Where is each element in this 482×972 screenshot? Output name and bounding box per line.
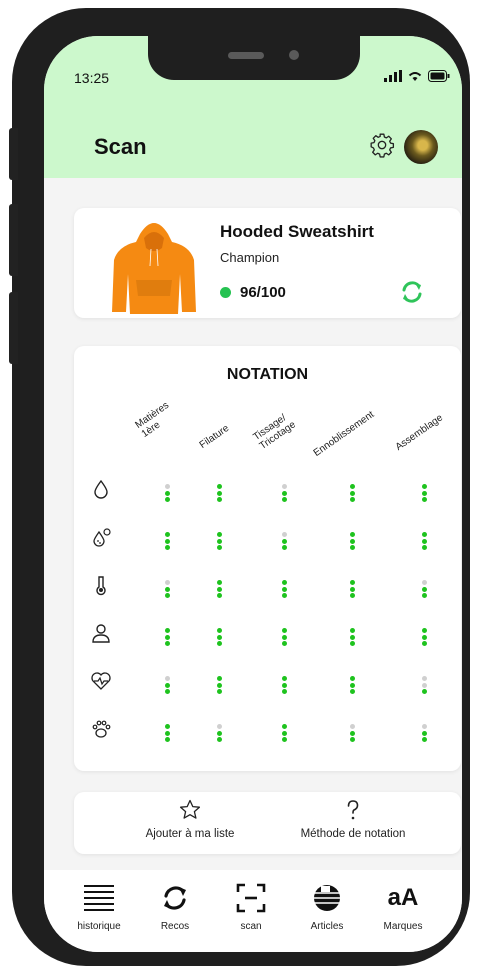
score-value: 96/100 — [240, 284, 286, 301]
score-dot-icon — [220, 287, 231, 298]
column-header: Matières 1ère — [133, 399, 172, 440]
rating-indicator — [281, 628, 287, 648]
product-brand: Champion — [220, 250, 280, 265]
rating-indicator — [349, 628, 355, 648]
water-drop-icon — [94, 479, 108, 499]
newspaper-icon — [314, 885, 340, 911]
rating-indicator — [281, 532, 287, 552]
paw-icon — [92, 720, 111, 738]
star-icon — [179, 799, 201, 819]
hoodie-image — [112, 223, 196, 314]
rating-indicator — [164, 628, 170, 648]
chemical-drop-icon — [93, 528, 111, 547]
volume-down-button — [9, 292, 18, 364]
rating-indicator — [349, 580, 355, 600]
rating-indicator — [216, 676, 222, 696]
volume-up-button — [9, 204, 18, 276]
rating-indicator — [421, 580, 427, 600]
nav-recos-label: Recos — [160, 921, 190, 932]
rating-method-button[interactable]: Méthode de notation — [288, 798, 418, 840]
nav-history-label: historique — [77, 921, 121, 932]
app-screen: 13:25 Scan Hooded Sweatshirt Champion 96… — [44, 36, 462, 952]
add-to-list-label: Ajouter à ma liste — [145, 828, 235, 840]
avatar[interactable] — [404, 130, 438, 164]
column-header: Filature — [197, 422, 232, 451]
product-score: 96/100 — [220, 284, 286, 301]
rating-indicator — [216, 532, 222, 552]
product-name: Hooded Sweatshirt — [220, 222, 374, 241]
product-card[interactable]: Hooded Sweatshirt Champion 96/100 — [74, 208, 461, 318]
rating-indicator — [164, 580, 170, 600]
notation-title: NOTATION — [226, 366, 309, 383]
phone-frame: 13:25 Scan Hooded Sweatshirt Champion 96… — [9, 8, 470, 966]
rating-indicator — [421, 628, 427, 648]
nav-scan[interactable]: scan — [216, 882, 286, 932]
rating-indicator — [349, 484, 355, 504]
rating-indicator — [216, 628, 222, 648]
bottom-nav: historique Recos scan Articles aA Marque… — [44, 870, 462, 952]
rating-indicator — [281, 484, 287, 504]
rating-indicator — [421, 484, 427, 504]
nav-articles[interactable]: Articles — [292, 882, 362, 932]
nav-articles-label: Articles — [310, 921, 344, 932]
nav-brands[interactable]: aA Marques — [368, 882, 438, 932]
page-title: Scan — [94, 134, 147, 159]
column-header: Ennoblissement — [311, 409, 377, 459]
signal-icon — [384, 70, 402, 82]
rating-indicator — [164, 484, 170, 504]
notch — [148, 36, 360, 80]
rating-indicator — [216, 724, 222, 744]
add-to-list-button[interactable]: Ajouter à ma liste — [130, 798, 250, 840]
history-list-icon — [84, 885, 114, 911]
nav-history[interactable]: historique — [64, 882, 134, 932]
battery-icon — [428, 70, 450, 82]
rating-indicator — [281, 580, 287, 600]
rating-indicator — [216, 484, 222, 504]
notation-card: NOTATION Matières 1ère Filature Tissage/… — [74, 346, 461, 771]
rating-indicator — [349, 676, 355, 696]
column-header: Assemblage — [393, 412, 446, 453]
gear-icon[interactable] — [369, 132, 395, 158]
wifi-icon — [408, 72, 422, 81]
status-icons — [384, 70, 450, 82]
rating-indicator — [421, 724, 427, 744]
rating-indicator — [349, 532, 355, 552]
rating-indicator — [421, 532, 427, 552]
heartbeat-icon — [91, 672, 111, 690]
rating-indicator — [216, 580, 222, 600]
nav-brands-label: Marques — [383, 921, 423, 932]
status-time: 13:25 — [74, 70, 110, 86]
person-icon — [92, 624, 110, 643]
rating-indicator — [164, 532, 170, 552]
rating-indicator — [281, 724, 287, 744]
column-header: Tissage/ Tricotage — [251, 412, 298, 452]
mute-switch — [9, 128, 18, 180]
scan-frame-icon — [236, 883, 266, 913]
question-icon — [347, 800, 359, 820]
actions-card: Ajouter à ma liste Méthode de notation — [74, 792, 461, 854]
header-bar: 13:25 Scan — [44, 36, 462, 178]
rating-method-label: Méthode de notation — [300, 828, 406, 840]
rating-indicator — [281, 676, 287, 696]
thermometer-icon — [96, 576, 106, 596]
nav-recos[interactable]: Recos — [140, 882, 210, 932]
rating-indicator — [421, 676, 427, 696]
rating-indicator — [164, 724, 170, 744]
nav-scan-label: scan — [240, 921, 262, 932]
brands-aa-icon: aA — [387, 884, 419, 911]
rating-indicator — [349, 724, 355, 744]
refresh-icon[interactable] — [398, 278, 426, 306]
recos-refresh-icon — [164, 886, 186, 910]
rating-indicator — [164, 676, 170, 696]
